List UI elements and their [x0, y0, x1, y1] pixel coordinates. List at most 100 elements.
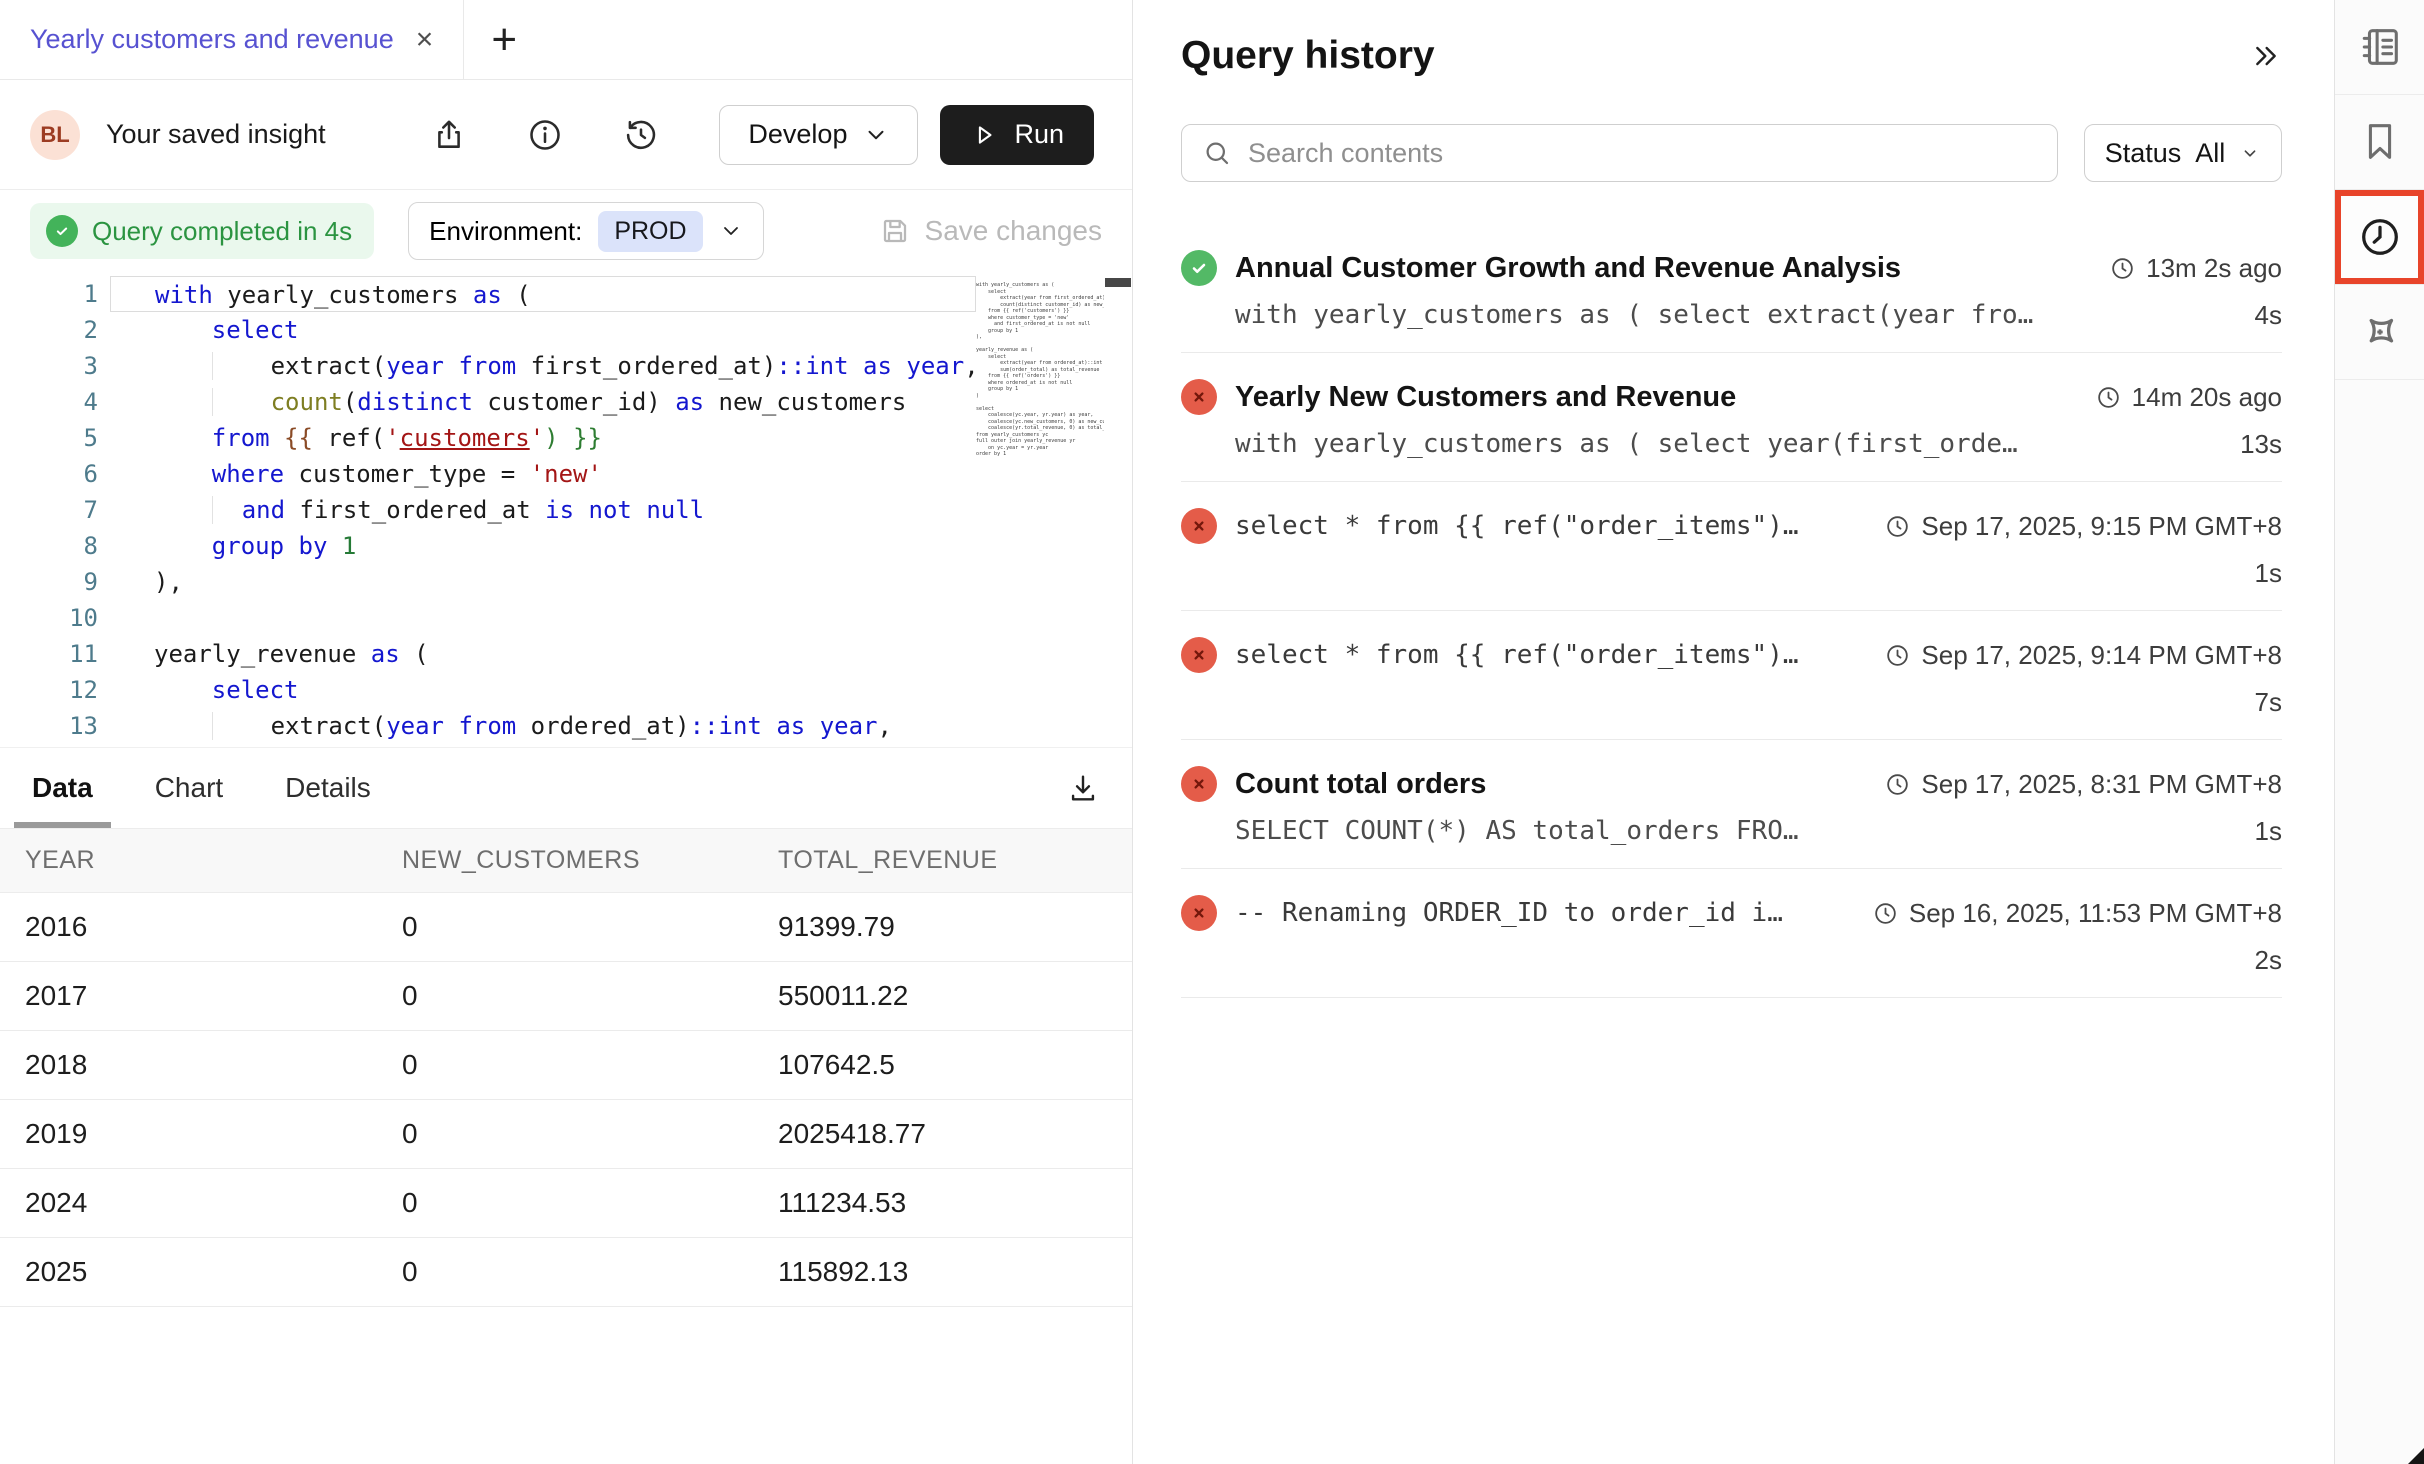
code-token: ),: [154, 568, 183, 596]
history-item-title: -- Renaming ORDER_ID to order_id i…: [1235, 898, 1783, 928]
share-button[interactable]: [427, 113, 471, 157]
tab-yearly-customers-and-revenue[interactable]: Yearly customers and revenue ×: [0, 0, 464, 79]
line-number: 9: [0, 564, 98, 600]
insight-subtitle: Your saved insight: [106, 119, 326, 150]
tab-chart[interactable]: Chart: [155, 748, 223, 828]
code-line-2[interactable]: select: [110, 312, 976, 348]
line-number: 11: [0, 636, 98, 672]
code-line-4[interactable]: count(distinct customer_id) as new_custo…: [110, 384, 976, 420]
rail-item-bookmarks[interactable]: [2335, 95, 2424, 190]
search-box[interactable]: [1181, 124, 2058, 182]
status-filter-dropdown[interactable]: Status All: [2084, 124, 2282, 182]
code-line-1[interactable]: with yearly_customers as (: [110, 276, 976, 312]
code-line-11[interactable]: yearly_revenue as (: [110, 636, 976, 672]
code-token: [327, 532, 341, 560]
code-line-8[interactable]: group by 1: [110, 528, 976, 564]
table-cell: 2025418.77: [753, 1100, 1132, 1169]
search-input[interactable]: [1248, 138, 2037, 169]
clock-icon: [1884, 771, 1911, 798]
collapse-panel-button[interactable]: [2250, 40, 2282, 72]
code-token: yearly_revenue: [154, 640, 371, 668]
history-item-duration: 1s: [2235, 558, 2282, 589]
error-cross-icon: [1181, 895, 1217, 931]
code-token: first_ordered_at: [285, 496, 545, 524]
history-item-time: Sep 16, 2025, 11:53 PM GMT+8: [1852, 898, 2282, 929]
scrollbar-thumb[interactable]: [1105, 278, 1131, 287]
info-button[interactable]: [523, 113, 567, 157]
history-item-duration: 4s: [2235, 300, 2282, 331]
editor-minimap[interactable]: with yearly_customers as ( select extrac…: [976, 276, 1104, 747]
sql-editor[interactable]: 12345678910111213 with yearly_customers …: [0, 272, 1132, 747]
code-line-10[interactable]: [110, 600, 976, 636]
editor-scrollbar[interactable]: [1104, 276, 1132, 747]
history-item-duration: 2s: [2235, 945, 2282, 976]
history-item-3[interactable]: select * from {{ ref("order_items")…Sep …: [1181, 482, 2282, 611]
code-area[interactable]: with yearly_customers as ( select extrac…: [110, 276, 976, 747]
table-row: 20170550011.22: [0, 962, 1132, 1031]
table-row: 20240111234.53: [0, 1169, 1132, 1238]
tab-details[interactable]: Details: [285, 748, 371, 828]
new-tab-button[interactable]: +: [464, 0, 544, 79]
clock-icon: [2357, 214, 2403, 260]
history-item-title: Annual Customer Growth and Revenue Analy…: [1235, 252, 1901, 285]
code-line-13[interactable]: extract(year from ordered_at)::int as ye…: [110, 708, 976, 744]
code-token: ref(: [313, 424, 385, 452]
code-token: is: [545, 496, 574, 524]
error-cross-icon: [1181, 379, 1217, 415]
run-button[interactable]: Run: [940, 105, 1094, 165]
history-item-5[interactable]: Count total ordersSep 17, 2025, 8:31 PM …: [1181, 740, 2282, 869]
environment-value-badge: PROD: [598, 211, 702, 252]
develop-label: Develop: [748, 119, 847, 150]
history-item-time: 13m 2s ago: [2089, 253, 2282, 284]
code-line-12[interactable]: select: [110, 672, 976, 708]
tab-data[interactable]: Data: [32, 748, 93, 828]
code-token: year: [386, 352, 444, 380]
download-results-button[interactable]: [1066, 771, 1100, 805]
code-line-5[interactable]: from {{ ref('customers') }}: [110, 420, 976, 456]
version-history-button[interactable]: [619, 113, 663, 157]
history-item-1[interactable]: Annual Customer Growth and Revenue Analy…: [1181, 224, 2282, 353]
download-icon: [1066, 771, 1100, 805]
save-changes-button[interactable]: Save changes: [879, 215, 1102, 247]
code-token: as: [776, 712, 805, 740]
develop-dropdown[interactable]: Develop: [719, 105, 918, 165]
code-token: distinct: [357, 388, 473, 416]
close-tab-icon[interactable]: ×: [416, 25, 434, 55]
code-token: [154, 532, 212, 560]
code-line-6[interactable]: where customer_type = 'new': [110, 456, 976, 492]
code-token: ): [544, 424, 558, 452]
clock-icon: [2095, 384, 2122, 411]
rail-item-explore[interactable]: [2335, 285, 2424, 380]
success-check-icon: [1181, 250, 1217, 286]
code-line-3[interactable]: extract(year from first_ordered_at)::int…: [110, 348, 976, 384]
code-line-7[interactable]: and first_ordered_at is not null: [110, 492, 976, 528]
history-item-4[interactable]: select * from {{ ref("order_items")…Sep …: [1181, 611, 2282, 740]
query-history-title: Query history: [1181, 34, 1435, 78]
double-chevron-right-icon: [2250, 40, 2282, 72]
code-token: 'new': [530, 460, 602, 488]
column-header: NEW_CUSTOMERS: [377, 829, 753, 893]
table-cell: 0: [377, 1031, 753, 1100]
environment-dropdown[interactable]: Environment: PROD: [408, 202, 763, 260]
tab-bar: Yearly customers and revenue × +: [0, 0, 1132, 80]
table-cell: 111234.53: [753, 1169, 1132, 1238]
table-cell: 0: [377, 893, 753, 962]
code-token: where: [212, 460, 284, 488]
code-token: select: [212, 676, 299, 704]
code-token: with: [155, 281, 213, 309]
rail-item-outline[interactable]: [2335, 0, 2424, 95]
code-token: {{: [284, 424, 313, 452]
code-token: [849, 352, 863, 380]
code-token: yearly_customers: [213, 281, 473, 309]
history-item-2[interactable]: Yearly New Customers and Revenue14m 20s …: [1181, 353, 2282, 482]
line-number: 12: [0, 672, 98, 708]
app-window: Yearly customers and revenue × + BL Your…: [0, 0, 2424, 1464]
code-token: year: [386, 712, 444, 740]
history-item-6[interactable]: -- Renaming ORDER_ID to order_id i… Sep 1…: [1181, 869, 2282, 998]
tab-title: Yearly customers and revenue: [30, 24, 394, 55]
code-token: [154, 352, 212, 380]
code-line-9[interactable]: ),: [110, 564, 976, 600]
rail-item-query-history[interactable]: [2335, 190, 2424, 285]
code-token: [632, 496, 646, 524]
code-token: ::int: [690, 712, 762, 740]
